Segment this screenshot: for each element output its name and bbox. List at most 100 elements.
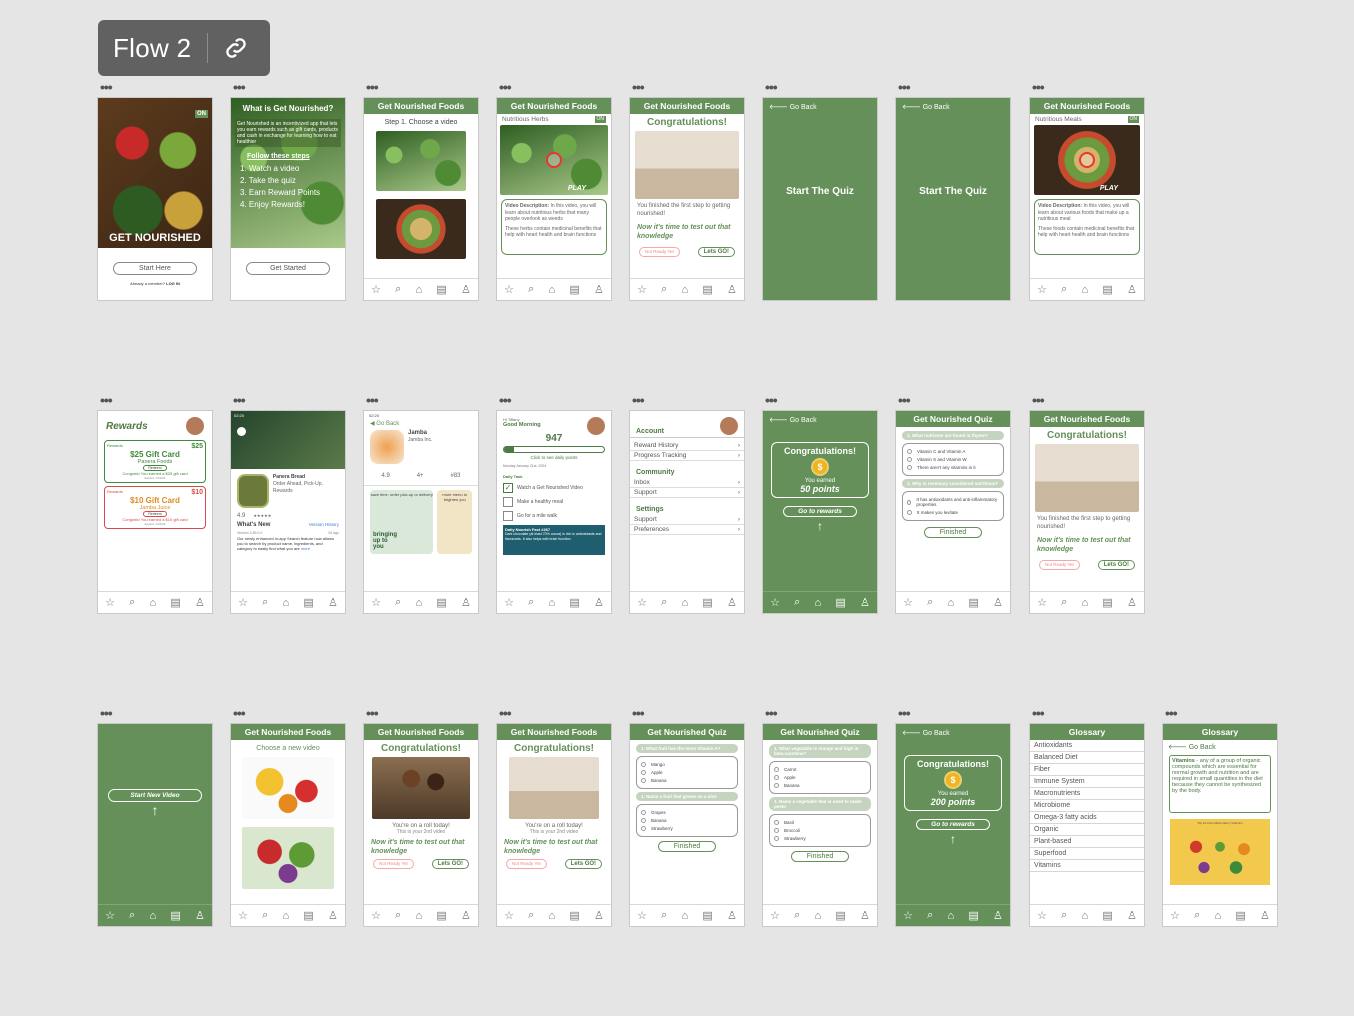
play-label[interactable]: PLAY bbox=[568, 185, 586, 192]
answer-option[interactable]: Banana bbox=[774, 783, 866, 788]
book-icon[interactable]: ▤ bbox=[702, 283, 712, 296]
play-icon[interactable] bbox=[1079, 152, 1095, 168]
frame-menu-dots[interactable]: ••• bbox=[233, 80, 246, 94]
star-icon[interactable]: ☆ bbox=[504, 909, 514, 922]
search-icon[interactable]: ⌕ bbox=[1061, 909, 1067, 922]
radio-button[interactable] bbox=[774, 783, 779, 788]
go-back-link[interactable]: 🡐 Go Back bbox=[1163, 740, 1277, 753]
glossary-item[interactable]: Immune System bbox=[1030, 776, 1144, 788]
home-icon[interactable]: ⌂ bbox=[150, 910, 157, 922]
radio-button[interactable] bbox=[907, 510, 912, 515]
go-back-link[interactable]: ◀ Go Back bbox=[364, 420, 478, 427]
star-icon[interactable]: ☆ bbox=[1037, 283, 1047, 296]
profile-icon[interactable]: ♙ bbox=[1127, 909, 1137, 922]
lets-go-button[interactable]: Lets GO! bbox=[1097, 560, 1136, 570]
not-ready-button[interactable]: Not Ready Yet bbox=[505, 859, 547, 869]
checkbox-checked[interactable]: ✓ bbox=[503, 483, 513, 493]
home-icon[interactable]: ⌂ bbox=[815, 597, 822, 609]
home-icon[interactable]: ⌂ bbox=[1082, 597, 1089, 609]
radio-button[interactable] bbox=[641, 778, 646, 783]
menu-item-support[interactable]: Support › bbox=[630, 488, 744, 498]
book-icon[interactable]: ▤ bbox=[569, 283, 579, 296]
home-icon[interactable]: ⌂ bbox=[1082, 284, 1089, 296]
play-label[interactable]: PLAY bbox=[1100, 185, 1118, 192]
glossary-item[interactable]: Superfood bbox=[1030, 848, 1144, 860]
home-icon[interactable]: ⌂ bbox=[948, 910, 955, 922]
checkbox[interactable] bbox=[503, 497, 513, 507]
profile-icon[interactable]: ♙ bbox=[594, 283, 604, 296]
star-icon[interactable]: ☆ bbox=[1170, 909, 1180, 922]
frame-menu-dots[interactable]: ••• bbox=[233, 706, 246, 720]
avatar[interactable] bbox=[720, 417, 738, 435]
lets-go-button[interactable]: Lets GO! bbox=[431, 859, 470, 869]
frame-menu-dots[interactable]: ••• bbox=[765, 393, 778, 407]
glossary-item[interactable]: Antioxidants bbox=[1030, 740, 1144, 752]
video-player[interactable]: PLAY bbox=[500, 125, 608, 195]
frame-menu-dots[interactable]: ••• bbox=[632, 80, 645, 94]
start-here-button[interactable]: Start Here bbox=[113, 262, 197, 275]
finished-button[interactable]: Finished bbox=[658, 841, 716, 852]
frame-menu-dots[interactable]: ••• bbox=[1165, 706, 1178, 720]
search-icon[interactable]: ⌕ bbox=[927, 909, 933, 922]
star-icon[interactable]: ☆ bbox=[238, 909, 248, 922]
menu-item-inbox[interactable]: Inbox › bbox=[630, 478, 744, 488]
start-quiz-button[interactable]: Start The Quiz bbox=[896, 186, 1010, 197]
glossary-item[interactable]: Vitamins bbox=[1030, 860, 1144, 872]
glossary-item[interactable]: Plant-based bbox=[1030, 836, 1144, 848]
star-icon[interactable]: ☆ bbox=[238, 596, 248, 609]
answer-option[interactable]: Carrot bbox=[774, 767, 866, 772]
star-icon[interactable]: ☆ bbox=[1037, 596, 1047, 609]
profile-icon[interactable]: ♙ bbox=[195, 596, 205, 609]
search-icon[interactable]: ⌕ bbox=[661, 283, 667, 296]
search-icon[interactable]: ⌕ bbox=[262, 909, 268, 922]
task-item[interactable]: Make a healthy meal bbox=[503, 497, 605, 507]
profile-icon[interactable]: ♙ bbox=[328, 596, 338, 609]
search-icon[interactable]: ⌕ bbox=[129, 909, 135, 922]
frame-menu-dots[interactable]: ••• bbox=[366, 80, 379, 94]
answer-option[interactable]: Basil bbox=[774, 820, 866, 825]
answer-option[interactable]: Apple bbox=[774, 775, 866, 780]
search-icon[interactable]: ⌕ bbox=[794, 909, 800, 922]
frame-menu-dots[interactable]: ••• bbox=[499, 393, 512, 407]
radio-button[interactable] bbox=[774, 836, 779, 841]
glossary-item[interactable]: Balanced Diet bbox=[1030, 752, 1144, 764]
answer-option[interactable]: Mango bbox=[641, 762, 733, 767]
profile-icon[interactable]: ♙ bbox=[594, 909, 604, 922]
profile-icon[interactable]: ♙ bbox=[860, 596, 870, 609]
book-icon[interactable]: ▤ bbox=[170, 909, 180, 922]
home-icon[interactable]: ⌂ bbox=[283, 910, 290, 922]
profile-icon[interactable]: ♙ bbox=[461, 596, 471, 609]
search-icon[interactable]: ⌕ bbox=[1194, 909, 1200, 922]
profile-icon[interactable]: ♙ bbox=[328, 909, 338, 922]
frame-menu-dots[interactable]: ••• bbox=[632, 706, 645, 720]
not-ready-button[interactable]: Not Ready Yet bbox=[372, 859, 414, 869]
menu-item-reward-history[interactable]: Reward History › bbox=[630, 441, 744, 451]
star-icon[interactable]: ☆ bbox=[903, 596, 913, 609]
search-icon[interactable]: ⌕ bbox=[794, 596, 800, 609]
search-icon[interactable]: ⌕ bbox=[661, 909, 667, 922]
profile-icon[interactable]: ♙ bbox=[461, 283, 471, 296]
book-icon[interactable]: ▤ bbox=[1102, 909, 1112, 922]
frame-menu-dots[interactable]: ••• bbox=[765, 80, 778, 94]
frame-menu-dots[interactable]: ••• bbox=[1032, 706, 1045, 720]
version-history-link[interactable]: Version History bbox=[309, 522, 339, 528]
home-icon[interactable]: ⌂ bbox=[283, 597, 290, 609]
star-icon[interactable]: ☆ bbox=[1037, 909, 1047, 922]
search-icon[interactable]: ⌕ bbox=[395, 283, 401, 296]
go-back-link[interactable]: 🡐 Go Back bbox=[763, 411, 877, 428]
home-icon[interactable]: ⌂ bbox=[416, 910, 423, 922]
finished-button[interactable]: Finished bbox=[924, 527, 982, 538]
star-icon[interactable]: ☆ bbox=[105, 909, 115, 922]
answer-option[interactable]: Vitamin C and Vitamin A bbox=[907, 449, 999, 454]
frame-menu-dots[interactable]: ••• bbox=[632, 393, 645, 407]
video-thumb-vegetables[interactable] bbox=[242, 827, 334, 889]
home-icon[interactable]: ⌂ bbox=[815, 910, 822, 922]
radio-button[interactable] bbox=[907, 449, 912, 454]
star-icon[interactable]: ☆ bbox=[637, 909, 647, 922]
star-icon[interactable]: ☆ bbox=[637, 283, 647, 296]
not-ready-button[interactable]: Not Ready Yet bbox=[1038, 560, 1080, 570]
book-icon[interactable]: ▤ bbox=[835, 909, 845, 922]
star-icon[interactable]: ☆ bbox=[504, 283, 514, 296]
home-icon[interactable]: ⌂ bbox=[1082, 910, 1089, 922]
book-icon[interactable]: ▤ bbox=[436, 909, 446, 922]
